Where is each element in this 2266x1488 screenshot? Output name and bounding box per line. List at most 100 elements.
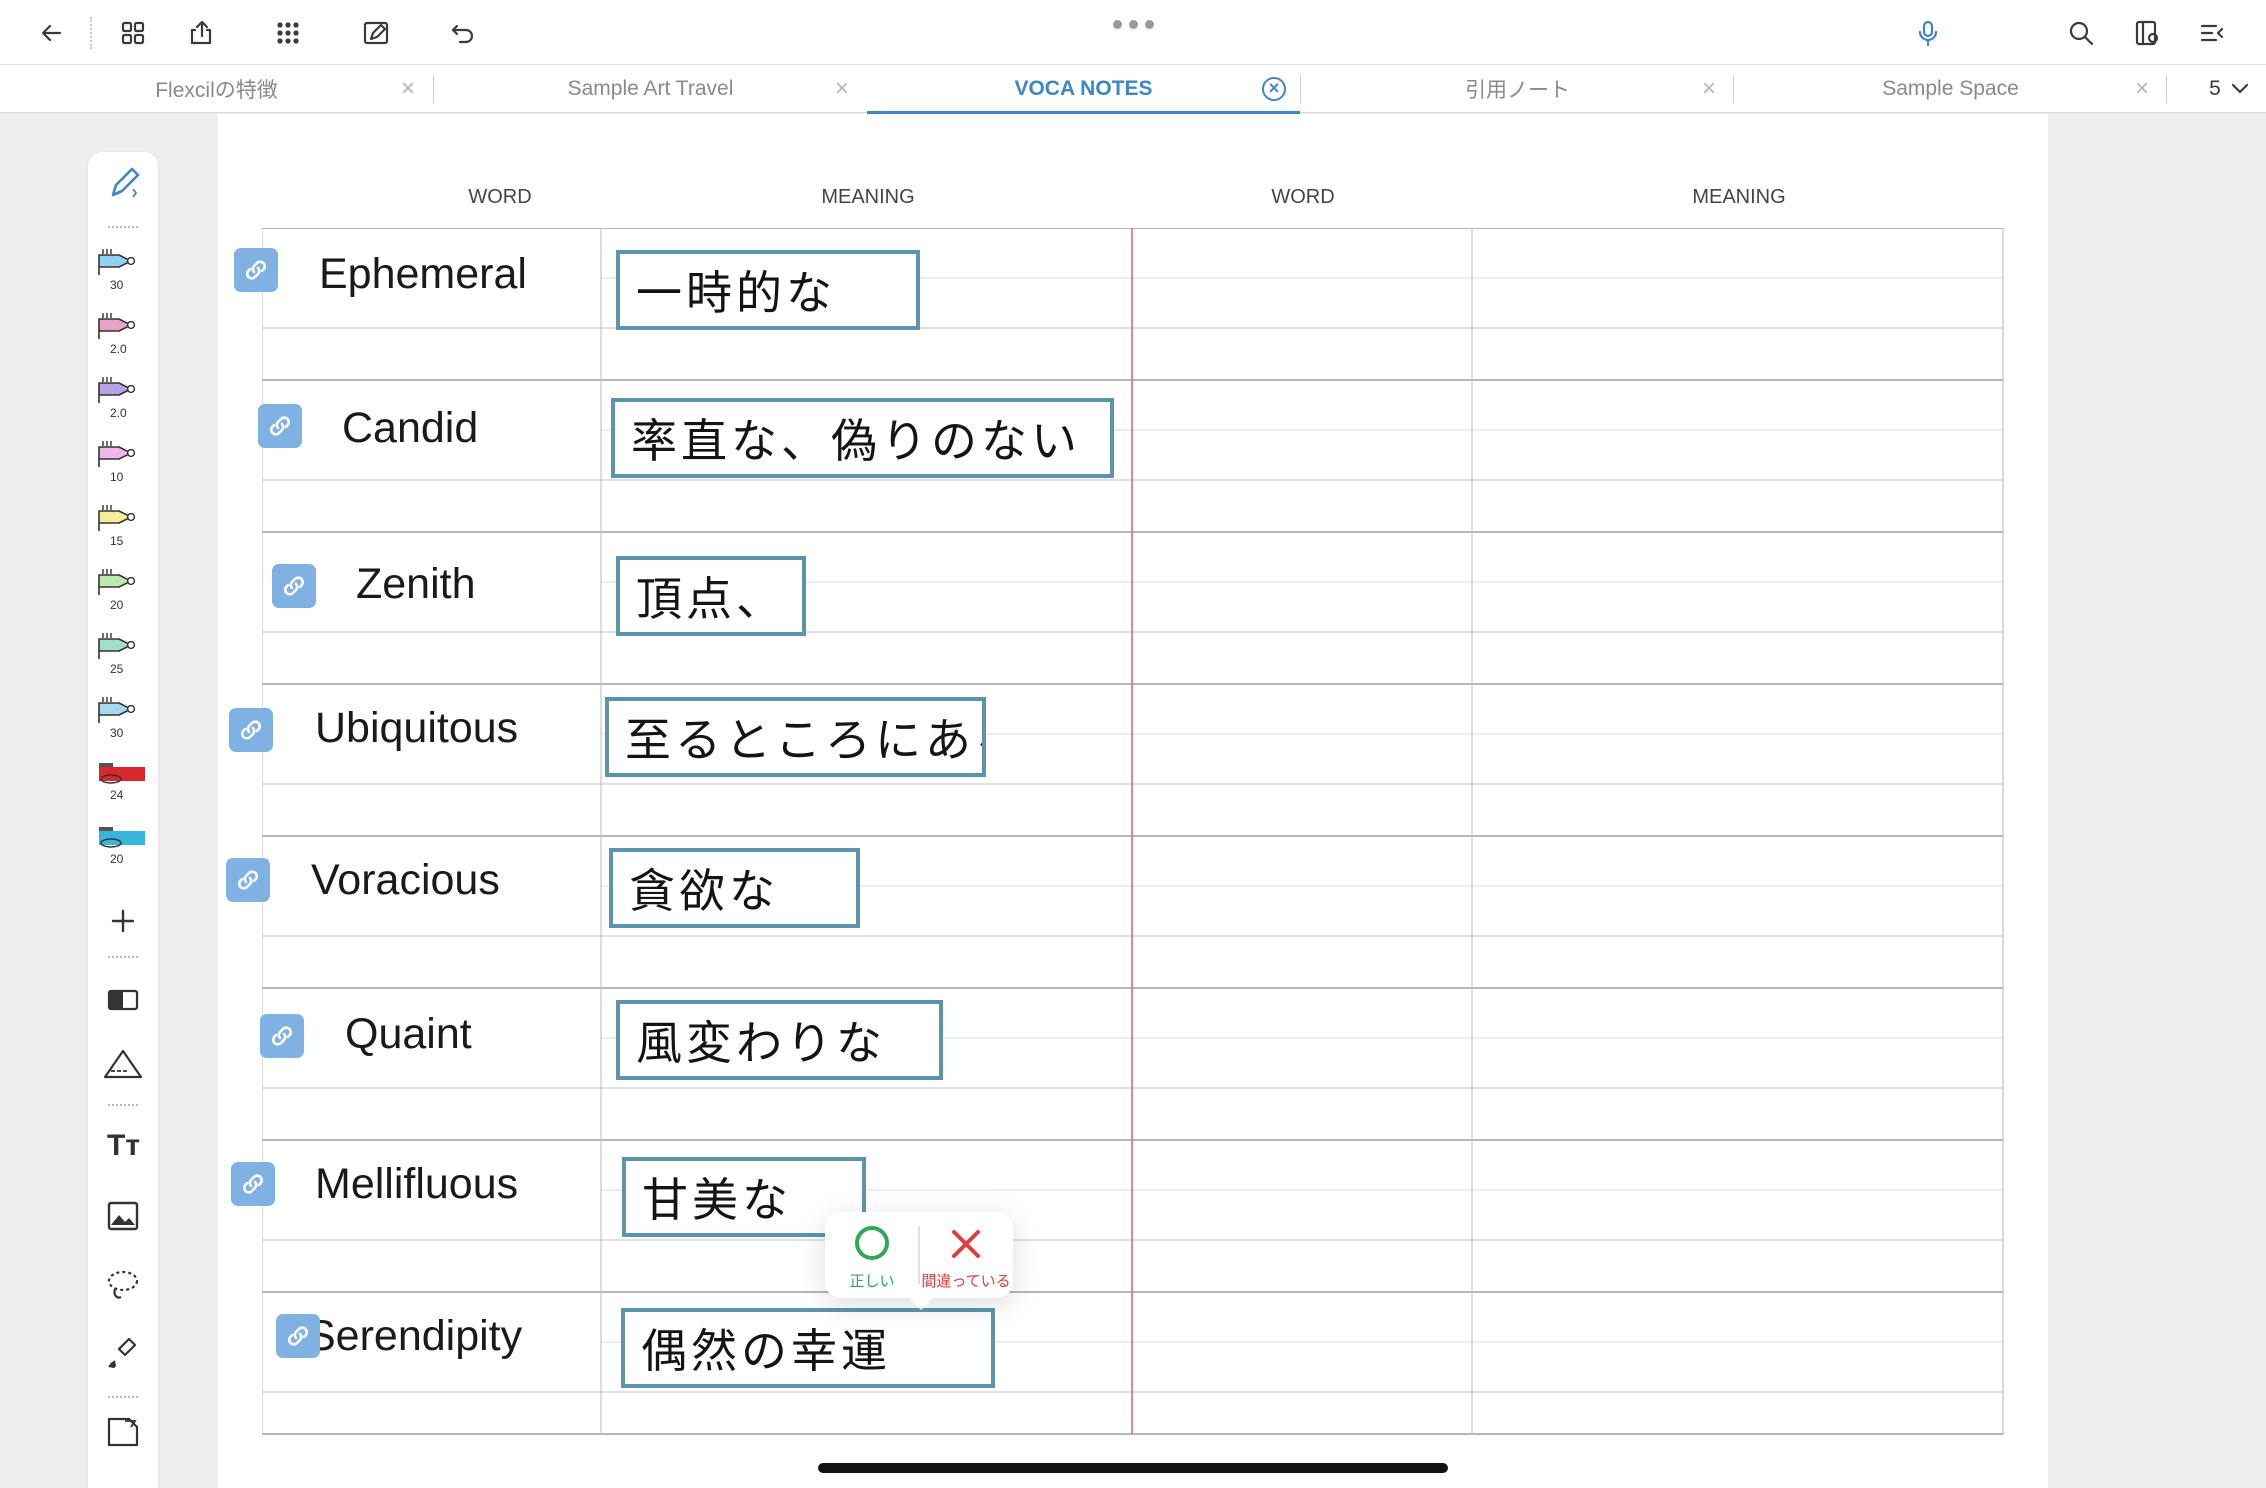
- chevron-down-icon: [2231, 83, 2248, 94]
- highlighter-tool-icon[interactable]: 20: [88, 554, 158, 612]
- page-fold-icon[interactable]: [88, 1402, 158, 1460]
- tool-size-label: 24: [110, 788, 124, 802]
- close-icon[interactable]: ×: [1262, 77, 1286, 101]
- highlighter-tool-icon[interactable]: 30: [88, 682, 158, 740]
- meaning-answer-box[interactable]: 至るところにある: [605, 697, 986, 777]
- table-grid: [262, 228, 2004, 1435]
- highlighter-tool-icon[interactable]: 15: [88, 490, 158, 548]
- tool-size-label: 2.0: [110, 406, 127, 420]
- tab-divider: [2166, 75, 2167, 103]
- mark-wrong-label: 間違っている: [921, 1273, 1011, 1290]
- tool-size-label: 15: [110, 534, 124, 548]
- apps-icon[interactable]: [265, 10, 311, 56]
- highlighter-tool-icon[interactable]: 10: [88, 426, 158, 484]
- microphone-icon[interactable]: [1905, 10, 1951, 56]
- home-indicator: [818, 1463, 1448, 1473]
- tool-size-label: 25: [110, 662, 124, 676]
- link-icon[interactable]: [234, 248, 278, 292]
- word-cell: Voracious: [311, 856, 500, 904]
- eraser-icon[interactable]: [88, 970, 158, 1028]
- link-icon[interactable]: [276, 1314, 320, 1358]
- search-icon[interactable]: [2058, 10, 2104, 56]
- image-tool-icon[interactable]: [88, 1186, 158, 1244]
- menu-icon[interactable]: [2190, 10, 2236, 56]
- close-icon[interactable]: ×: [397, 77, 419, 101]
- word-cell: Ubiquitous: [315, 704, 519, 752]
- tool-size-label: 30: [110, 278, 124, 292]
- close-icon[interactable]: ×: [831, 77, 853, 101]
- tab-count: 5: [2209, 77, 2221, 100]
- word-cell: Quaint: [345, 1010, 472, 1058]
- tab-quote-note[interactable]: 引用ノート ×: [1301, 65, 1734, 113]
- meaning-answer-box[interactable]: 偶然の幸運: [621, 1308, 995, 1388]
- svg-text:Tт: Tт: [107, 1129, 140, 1162]
- link-icon[interactable]: [260, 1014, 304, 1058]
- highlighter-tool-icon[interactable]: 30: [88, 234, 158, 292]
- tab-sample-art-travel[interactable]: Sample Art Travel ×: [434, 65, 867, 113]
- meaning-answer-box[interactable]: 頂点、: [616, 556, 806, 636]
- tab-label: 引用ノート: [1465, 79, 1570, 102]
- grid-view-icon[interactable]: [110, 10, 156, 56]
- meaning-answer-box[interactable]: 一時的な: [616, 250, 920, 330]
- palette-divider: [108, 956, 138, 958]
- tape-tool-icon[interactable]: 24: [88, 744, 158, 802]
- close-icon[interactable]: ×: [1698, 77, 1720, 101]
- mark-correct-label: 正しい: [849, 1273, 895, 1290]
- meaning-answer-box[interactable]: 貪欲な: [609, 848, 860, 928]
- word-cell: Zenith: [356, 560, 476, 608]
- column-header-word: WORD: [1271, 186, 1335, 208]
- link-icon[interactable]: [272, 564, 316, 608]
- link-tool-icon[interactable]: [88, 1324, 158, 1382]
- tab-label: VOCA NOTES: [1014, 77, 1153, 100]
- ruler-icon[interactable]: [88, 1034, 158, 1092]
- column-header-word: WORD: [468, 186, 532, 208]
- palette-divider: [108, 1396, 138, 1398]
- edit-page-icon[interactable]: [353, 10, 399, 56]
- circle-icon: [855, 1226, 889, 1260]
- text-tool-icon[interactable]: Tт: [88, 1114, 158, 1172]
- tool-size-label: 2.0: [110, 342, 127, 356]
- word-cell: Candid: [342, 404, 479, 452]
- column-header-meaning: MEANING: [1692, 186, 1786, 208]
- answer-judge-popup: 正しい 間違っている: [825, 1212, 1013, 1310]
- palette-divider: [108, 1104, 138, 1106]
- pen-icon[interactable]: [88, 156, 158, 214]
- tab-count-dropdown[interactable]: 5: [2192, 65, 2266, 113]
- word-cell: Ephemeral: [319, 250, 527, 298]
- link-icon[interactable]: [226, 858, 270, 902]
- tab-sample-space[interactable]: Sample Space ×: [1734, 65, 2167, 113]
- meaning-answer-box[interactable]: 率直な、偽りのない: [611, 398, 1114, 478]
- page-settings-icon[interactable]: [2125, 10, 2171, 56]
- mark-wrong-button[interactable]: 間違っている: [919, 1212, 1013, 1298]
- word-cell: Mellifluous: [315, 1160, 519, 1208]
- lasso-icon[interactable]: [88, 1256, 158, 1314]
- pen-tool-icon[interactable]: 2.0: [88, 362, 158, 420]
- mark-correct-button[interactable]: 正しい: [825, 1212, 919, 1298]
- link-icon[interactable]: [229, 708, 273, 752]
- add-tool-icon[interactable]: [88, 892, 158, 950]
- back-arrow-icon[interactable]: [28, 10, 74, 56]
- undo-icon[interactable]: [440, 10, 486, 56]
- tab-label: Flexcilの特徴: [155, 79, 278, 102]
- tab-voca-notes[interactable]: VOCA NOTES ×: [867, 65, 1300, 114]
- tool-palette: 30 2.0 2.0 10 15 20 25 30 24 20 Tт: [88, 152, 158, 1488]
- link-icon[interactable]: [258, 404, 302, 448]
- link-icon[interactable]: [231, 1162, 275, 1206]
- tool-size-label: 20: [110, 852, 124, 866]
- tape-tool-icon[interactable]: 20: [88, 808, 158, 866]
- tab-label: Sample Space: [1882, 77, 2019, 100]
- more-icon[interactable]: [1107, 14, 1159, 34]
- palette-divider: [108, 226, 138, 228]
- pen-tool-icon[interactable]: 2.0: [88, 298, 158, 356]
- meaning-answer-box[interactable]: 風変わりな: [616, 1000, 943, 1080]
- export-icon[interactable]: [178, 10, 224, 56]
- tab-label: Sample Art Travel: [567, 77, 734, 100]
- tab-bar: Flexcilの特徴 × Sample Art Travel × VOCA NO…: [0, 64, 2266, 114]
- column-header-meaning: MEANING: [821, 186, 915, 208]
- highlighter-tool-icon[interactable]: 25: [88, 618, 158, 676]
- close-icon[interactable]: ×: [2131, 77, 2153, 101]
- notebook-page: WORD MEANING WORD MEANING Ephemeral 一時的な…: [218, 114, 2048, 1488]
- tool-size-label: 20: [110, 598, 124, 612]
- tab-flexcil[interactable]: Flexcilの特徴 ×: [0, 65, 433, 113]
- word-cell: Serendipity: [307, 1312, 523, 1360]
